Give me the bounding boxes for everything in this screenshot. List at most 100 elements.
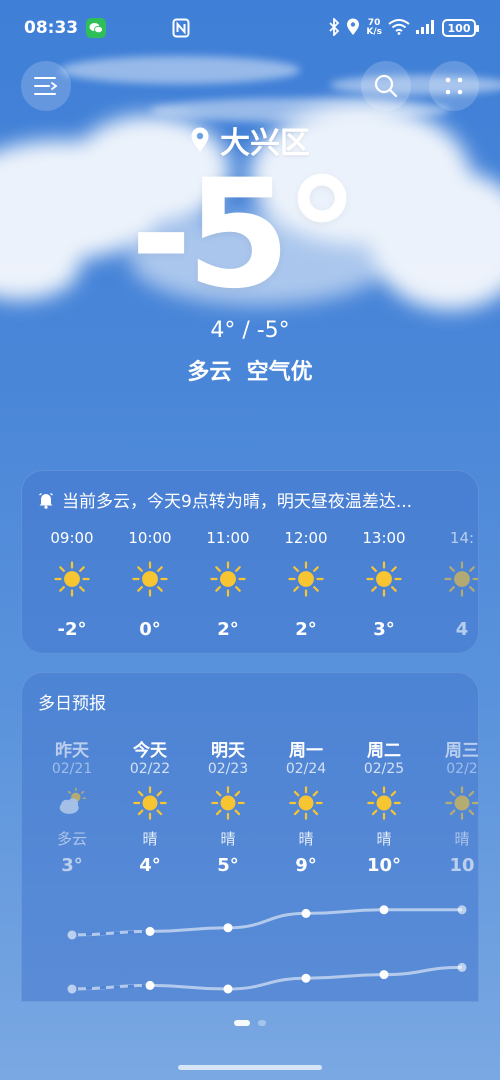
daily-day: 周一 — [289, 741, 323, 761]
daily-high-temp: 3° — [61, 855, 83, 876]
weather-alert[interactable]: 当前多云，今天9点转为晴，明天昼夜温差达... — [38, 487, 412, 512]
hourly-temp: 2° — [295, 619, 317, 640]
page-indicator — [0, 1020, 500, 1026]
bell-icon — [39, 492, 53, 509]
current-condition-line: 多云 空气优 — [0, 354, 500, 386]
hourly-item: 11:00 2° — [189, 529, 267, 640]
more-button[interactable] — [429, 61, 479, 111]
daily-date: 02/24 — [285, 761, 327, 777]
hourly-temp: 0° — [139, 619, 161, 640]
status-bar: 08:33 70 K/s 100 — [0, 0, 500, 56]
daily-high-temp: 4° — [139, 855, 161, 876]
daily-high-temp: 10° — [366, 855, 402, 876]
hourly-time: 10:00 — [128, 529, 172, 547]
list-menu-icon — [34, 77, 58, 95]
high-temp-line-point — [301, 908, 311, 918]
daily-day: 周二 — [367, 741, 401, 761]
hourly-time: 12:00 — [284, 529, 328, 547]
daily-forecast-card[interactable]: 多日预报 昨天 02/21 多云 3° 今天 02/22 晴 4° 明天 02/… — [21, 672, 479, 1002]
high-temp-line-point — [67, 930, 77, 940]
partly-cloudy-icon — [33, 781, 111, 825]
low-temp-line-point — [145, 980, 155, 990]
signal-icon — [416, 19, 436, 37]
nfc-icon — [172, 18, 190, 43]
network-speed: 70 K/s — [366, 18, 382, 37]
search-button[interactable] — [361, 61, 411, 111]
daily-item[interactable]: 昨天 02/21 多云 3° — [33, 736, 111, 876]
search-icon — [374, 74, 398, 98]
daily-forecast-title: 多日预报 — [38, 694, 106, 714]
current-condition: 多云 — [187, 360, 232, 385]
sun-icon — [189, 561, 267, 609]
hourly-item: 09:00 -2° — [33, 529, 111, 640]
daily-condition: 晴 — [298, 830, 314, 848]
daily-condition: 多云 — [56, 830, 87, 848]
daily-high-temp: 9° — [295, 855, 317, 876]
low-temp-line-point — [379, 970, 389, 980]
sun-icon — [189, 781, 267, 825]
hourly-temp: 3° — [373, 619, 395, 640]
daily-condition: 晴 — [376, 830, 392, 848]
hourly-item: 14: 4 — [423, 529, 478, 640]
low-temp-line-point — [457, 962, 467, 972]
daily-day: 明天 — [211, 741, 245, 761]
daily-item[interactable]: 周三 02/2 晴 10 — [423, 736, 479, 876]
high-temp-line-point — [379, 905, 389, 915]
sun-icon — [345, 781, 423, 825]
hourly-time: 09:00 — [50, 529, 94, 547]
hourly-time: 11:00 — [206, 529, 250, 547]
sun-icon — [345, 561, 423, 609]
high-temp-line-point — [223, 923, 233, 933]
daily-date: 02/25 — [363, 761, 405, 777]
wechat-icon — [86, 18, 107, 38]
low-temp-line-point — [67, 984, 77, 994]
daily-day: 周三 — [445, 741, 479, 761]
daily-day: 今天 — [133, 741, 167, 761]
sun-icon — [423, 781, 478, 825]
hourly-temp: 2° — [217, 619, 239, 640]
low-temp-line-point — [223, 984, 233, 994]
sun-icon — [267, 561, 345, 609]
air-quality[interactable]: 空气优 — [247, 360, 313, 385]
sun-icon — [423, 561, 478, 609]
page-dot-2[interactable] — [258, 1020, 266, 1026]
daily-high-temp: 5° — [217, 855, 239, 876]
current-temperature: -5° — [130, 148, 360, 322]
four-dots-icon — [445, 77, 463, 95]
daily-day: 昨天 — [55, 741, 89, 761]
hourly-time: 13:00 — [362, 529, 406, 547]
sun-icon — [111, 781, 189, 825]
menu-button[interactable] — [21, 61, 71, 111]
hourly-time: 14: — [449, 529, 475, 547]
sun-icon — [267, 781, 345, 825]
battery-icon: 100 — [442, 19, 479, 37]
daily-item[interactable]: 今天 02/22 晴 4° — [111, 736, 189, 876]
daily-condition: 晴 — [454, 830, 470, 848]
page-dot-1[interactable] — [234, 1020, 250, 1026]
hourly-item: 12:00 2° — [267, 529, 345, 640]
daily-item[interactable]: 明天 02/23 晴 5° — [189, 736, 267, 876]
hourly-item: 10:00 0° — [111, 529, 189, 640]
high-temp-line-point — [457, 905, 467, 915]
hourly-temp: -2° — [57, 619, 87, 640]
daily-date: 02/23 — [207, 761, 249, 777]
temperature-trend-chart — [67, 905, 467, 994]
sun-icon — [33, 561, 111, 609]
daily-date: 02/21 — [51, 761, 93, 777]
temperature-range: 4° / -5° — [210, 318, 290, 343]
location-icon — [346, 18, 360, 39]
high-temp-line-point — [145, 926, 155, 936]
hourly-forecast-card[interactable]: 当前多云，今天9点转为晴，明天昼夜温差达... 09:00 -2° 10:00 … — [21, 470, 479, 654]
daily-date: 02/2 — [446, 761, 478, 777]
daily-item[interactable]: 周一 02/24 晴 9° — [267, 736, 345, 876]
daily-high-temp: 10 — [449, 855, 475, 876]
hourly-temp: 4 — [455, 619, 469, 640]
hourly-item: 13:00 3° — [345, 529, 423, 640]
clock: 08:33 — [24, 18, 79, 38]
sun-icon — [111, 561, 189, 609]
home-indicator[interactable] — [178, 1065, 322, 1070]
daily-date: 02/22 — [129, 761, 171, 777]
daily-condition: 晴 — [142, 830, 158, 848]
daily-item[interactable]: 周二 02/25 晴 10° — [345, 736, 423, 876]
low-temp-line-point — [301, 973, 311, 983]
